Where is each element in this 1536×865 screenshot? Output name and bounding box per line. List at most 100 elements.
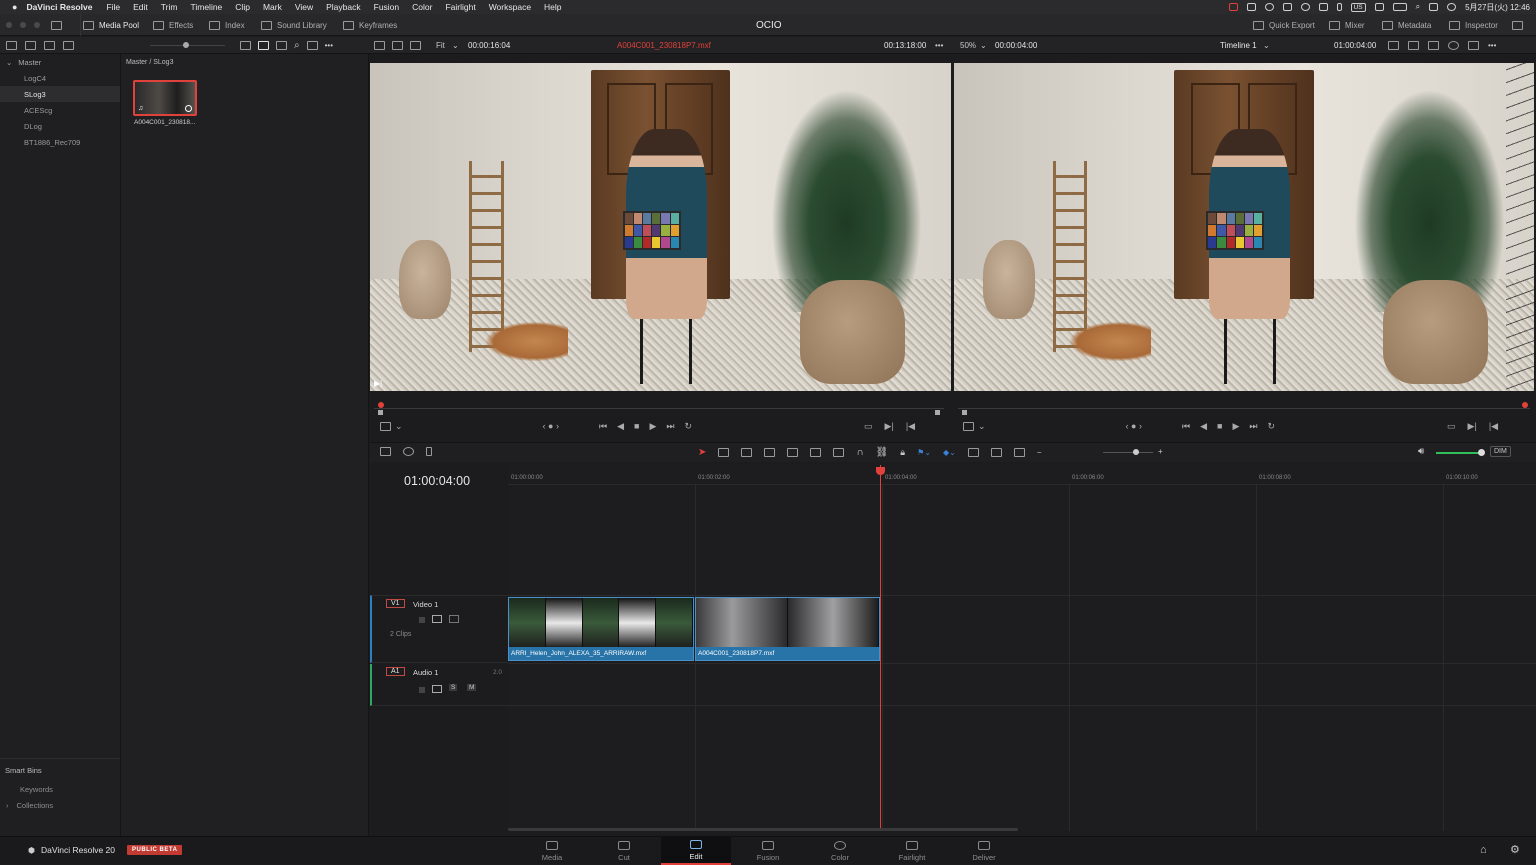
audio-track-header[interactable]: A1 Audio 1 2.0 S M	[370, 664, 508, 706]
mark-out-icon[interactable]: |◀	[1489, 421, 1498, 432]
breadcrumb[interactable]: Master / SLog3	[126, 59, 173, 66]
voiceover-icon[interactable]	[426, 447, 432, 456]
chevron-down-icon[interactable]: ⌄	[980, 37, 987, 54]
dynamic-trim-icon[interactable]	[741, 448, 753, 457]
timeline-selector[interactable]: Timeline 1	[1220, 37, 1257, 54]
source-options-icon[interactable]: •••	[935, 37, 943, 54]
media-pool-button[interactable]: Media Pool	[80, 14, 139, 36]
timeline-timecode[interactable]: 01:00:04:00	[404, 474, 470, 488]
bin-bt1886-rec709[interactable]: BT1886_Rec709	[0, 134, 120, 150]
quick-export-button[interactable]: Quick Export	[1253, 14, 1315, 36]
trim-tool-icon[interactable]	[718, 448, 730, 457]
zoom-custom-icon[interactable]	[1013, 448, 1025, 457]
horizontal-scrollbar[interactable]	[508, 828, 1018, 831]
menu-clip[interactable]: Clip	[235, 2, 250, 12]
match-frame-icon[interactable]: ▭	[864, 421, 873, 432]
insert-clip-icon[interactable]	[787, 448, 799, 457]
viewer-mode-icon[interactable]	[1388, 41, 1399, 50]
record-icon[interactable]	[1300, 3, 1310, 11]
timeline-zoom-slider[interactable]	[1103, 449, 1153, 455]
play-reverse-icon[interactable]: ◀	[1200, 421, 1207, 432]
control-center-icon[interactable]	[1429, 3, 1439, 11]
menu-help[interactable]: Help	[544, 2, 561, 12]
play-icon[interactable]: ▶	[1232, 421, 1239, 432]
menu-trim[interactable]: Trim	[161, 2, 178, 12]
apple-icon[interactable]: ●	[12, 2, 17, 12]
menu-color[interactable]: Color	[412, 2, 432, 12]
monitor-layout-button[interactable]	[51, 14, 62, 36]
play-icon[interactable]: ▶	[649, 421, 656, 432]
sort-icon[interactable]	[306, 41, 318, 50]
app-icon[interactable]	[1282, 3, 1292, 11]
overlay-icon[interactable]	[1408, 41, 1419, 50]
home-icon[interactable]: ⌂	[1480, 844, 1487, 856]
mixer-button[interactable]: Mixer	[1329, 14, 1365, 36]
viewer-options-icon[interactable]	[380, 421, 391, 431]
menu-edit[interactable]: Edit	[133, 2, 148, 12]
ingest-view-icon[interactable]	[410, 41, 421, 50]
menu-fusion[interactable]: Fusion	[374, 2, 400, 12]
page-fairlight[interactable]: Fairlight	[877, 837, 947, 865]
play-reverse-icon[interactable]: ◀	[617, 421, 624, 432]
loop-icon[interactable]: ↻	[684, 421, 692, 432]
page-media[interactable]: Media	[517, 837, 587, 865]
metadata-button[interactable]: Metadata	[1382, 14, 1431, 36]
thumbnail-size-slider[interactable]	[150, 37, 225, 54]
timeline-area[interactable]: 01:00:00:00 01:00:02:00 01:00:04:00 01:0…	[508, 465, 1536, 831]
minimize-window-icon[interactable]	[20, 22, 26, 28]
volume-icon[interactable]: 🔊︎	[1418, 446, 1424, 457]
audio-meter-icon[interactable]	[403, 447, 414, 456]
zoom-full-icon[interactable]	[967, 448, 979, 457]
zoom-detail-icon[interactable]	[990, 448, 1002, 457]
smart-bin-keywords[interactable]: Keywords	[20, 785, 53, 794]
track-tag-a1[interactable]: A1	[386, 667, 405, 676]
timeline-clip[interactable]: A004C001_230818P7.mxf	[695, 597, 880, 661]
source-viewer[interactable]: ▶|	[370, 63, 951, 391]
jog-control[interactable]: ‹ ● ›	[543, 421, 559, 431]
zoom-window-icon[interactable]	[34, 22, 40, 28]
page-edit[interactable]: Edit	[661, 837, 731, 865]
timeline-scrub-bar[interactable]	[958, 402, 1530, 416]
cinema-mode-icon[interactable]	[1468, 41, 1479, 50]
timeline-ruler[interactable]: 01:00:00:00 01:00:02:00 01:00:04:00 01:0…	[508, 465, 1536, 485]
source-clip-name[interactable]: A004C001_230818P7.mxf	[617, 37, 711, 54]
loop-icon[interactable]: ↻	[1267, 421, 1275, 432]
position-lock-icon[interactable]: 🔒︎	[900, 447, 905, 458]
lock-track-icon[interactable]	[419, 617, 425, 623]
menu-fairlight[interactable]: Fairlight	[445, 2, 475, 12]
sound-library-button[interactable]: Sound Library	[261, 14, 327, 36]
list-view-icon[interactable]	[276, 41, 287, 50]
menu-timeline[interactable]: Timeline	[190, 2, 222, 12]
mark-out-icon[interactable]: |◀	[906, 421, 915, 432]
replace-clip-icon[interactable]	[833, 448, 845, 457]
sync-bin-icon[interactable]	[63, 41, 74, 50]
app-menu[interactable]: DaVinci Resolve	[26, 2, 92, 12]
video-track-header[interactable]: V1 Video 1 2 Clips	[370, 595, 508, 663]
index-button[interactable]: Index	[209, 14, 245, 36]
volume-slider[interactable]	[1436, 449, 1485, 456]
mark-in-icon[interactable]: ▶|	[1468, 421, 1477, 432]
menubar-clock[interactable]: 5月27日(火) 12:46	[1465, 2, 1530, 13]
bin-logc4[interactable]: LogC4	[0, 70, 120, 86]
search-icon[interactable]: ⌕	[294, 40, 300, 51]
linked-selection-icon[interactable]: ⛓	[876, 447, 889, 458]
clip-thumbnail[interactable]: ♫	[133, 80, 197, 116]
in-marker[interactable]	[962, 410, 967, 415]
bin-acescg[interactable]: ACEScg	[0, 102, 120, 118]
monitor-icon[interactable]	[1246, 3, 1256, 11]
settings-gear-icon[interactable]: ⚙	[1510, 843, 1520, 856]
stop-icon[interactable]: ■	[1217, 421, 1222, 431]
auto-select-icon[interactable]	[432, 615, 442, 623]
jog-control[interactable]: ‹ ● ›	[1126, 421, 1142, 431]
wifi-off-icon[interactable]	[1374, 3, 1384, 11]
snapping-icon[interactable]: ∩	[856, 447, 863, 458]
page-fusion[interactable]: Fusion	[733, 837, 803, 865]
dim-button[interactable]: DIM	[1490, 446, 1511, 457]
transform-icon[interactable]	[1428, 41, 1439, 50]
mute-button[interactable]: M	[467, 684, 477, 691]
expand-panel-button[interactable]	[1512, 14, 1523, 36]
record-zoom-dropdown[interactable]: 50%	[960, 37, 976, 54]
more-options-icon[interactable]: •••	[325, 41, 333, 50]
menu-view[interactable]: View	[295, 2, 313, 12]
menu-file[interactable]: File	[106, 2, 120, 12]
